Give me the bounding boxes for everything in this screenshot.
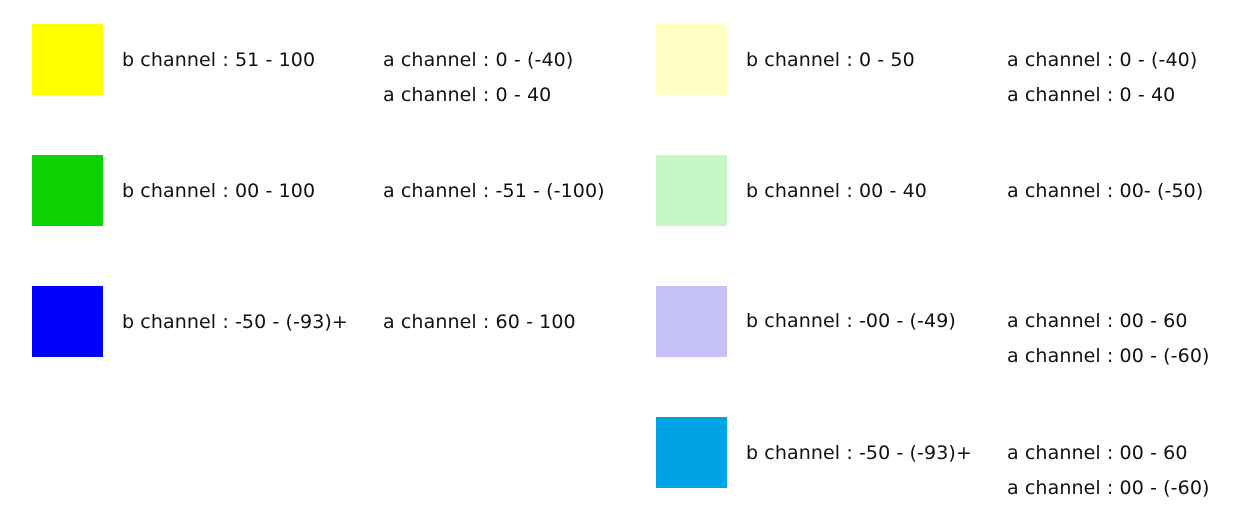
color-swatch xyxy=(656,417,727,488)
color-swatch xyxy=(656,155,727,226)
b-channel-label: b channel : -50 - (-93)+ xyxy=(746,442,972,464)
a-channel-label: a channel : 0 - (-40) xyxy=(1007,49,1198,71)
a-channel-label: a channel : 0 - 40 xyxy=(383,84,552,106)
b-channel-label: b channel : 00 - 100 xyxy=(122,180,316,202)
b-channel-label: b channel : 0 - 50 xyxy=(746,49,915,71)
a-channel-label: a channel : 0 - (-40) xyxy=(383,49,574,71)
b-channel-label: b channel : 00 - 40 xyxy=(746,180,927,202)
b-channel-label: b channel : -00 - (-49) xyxy=(746,310,956,332)
color-swatch xyxy=(32,286,103,357)
b-channel-label: b channel : 51 - 100 xyxy=(122,49,316,71)
color-swatch xyxy=(32,155,103,226)
a-channel-label: a channel : -51 - (-100) xyxy=(383,180,605,202)
color-swatch xyxy=(656,286,727,357)
a-channel-label: a channel : 00 - (-60) xyxy=(1007,345,1210,367)
a-channel-label: a channel : 60 - 100 xyxy=(383,311,576,333)
color-swatch xyxy=(32,24,103,95)
color-swatch xyxy=(656,24,727,95)
a-channel-label: a channel : 00- (-50) xyxy=(1007,180,1204,202)
a-channel-label: a channel : 00 - 60 xyxy=(1007,442,1188,464)
a-channel-label: a channel : 0 - 40 xyxy=(1007,84,1176,106)
a-channel-label: a channel : 00 - 60 xyxy=(1007,310,1188,332)
b-channel-label: b channel : -50 - (-93)+ xyxy=(122,311,348,333)
a-channel-label: a channel : 00 - (-60) xyxy=(1007,477,1210,499)
